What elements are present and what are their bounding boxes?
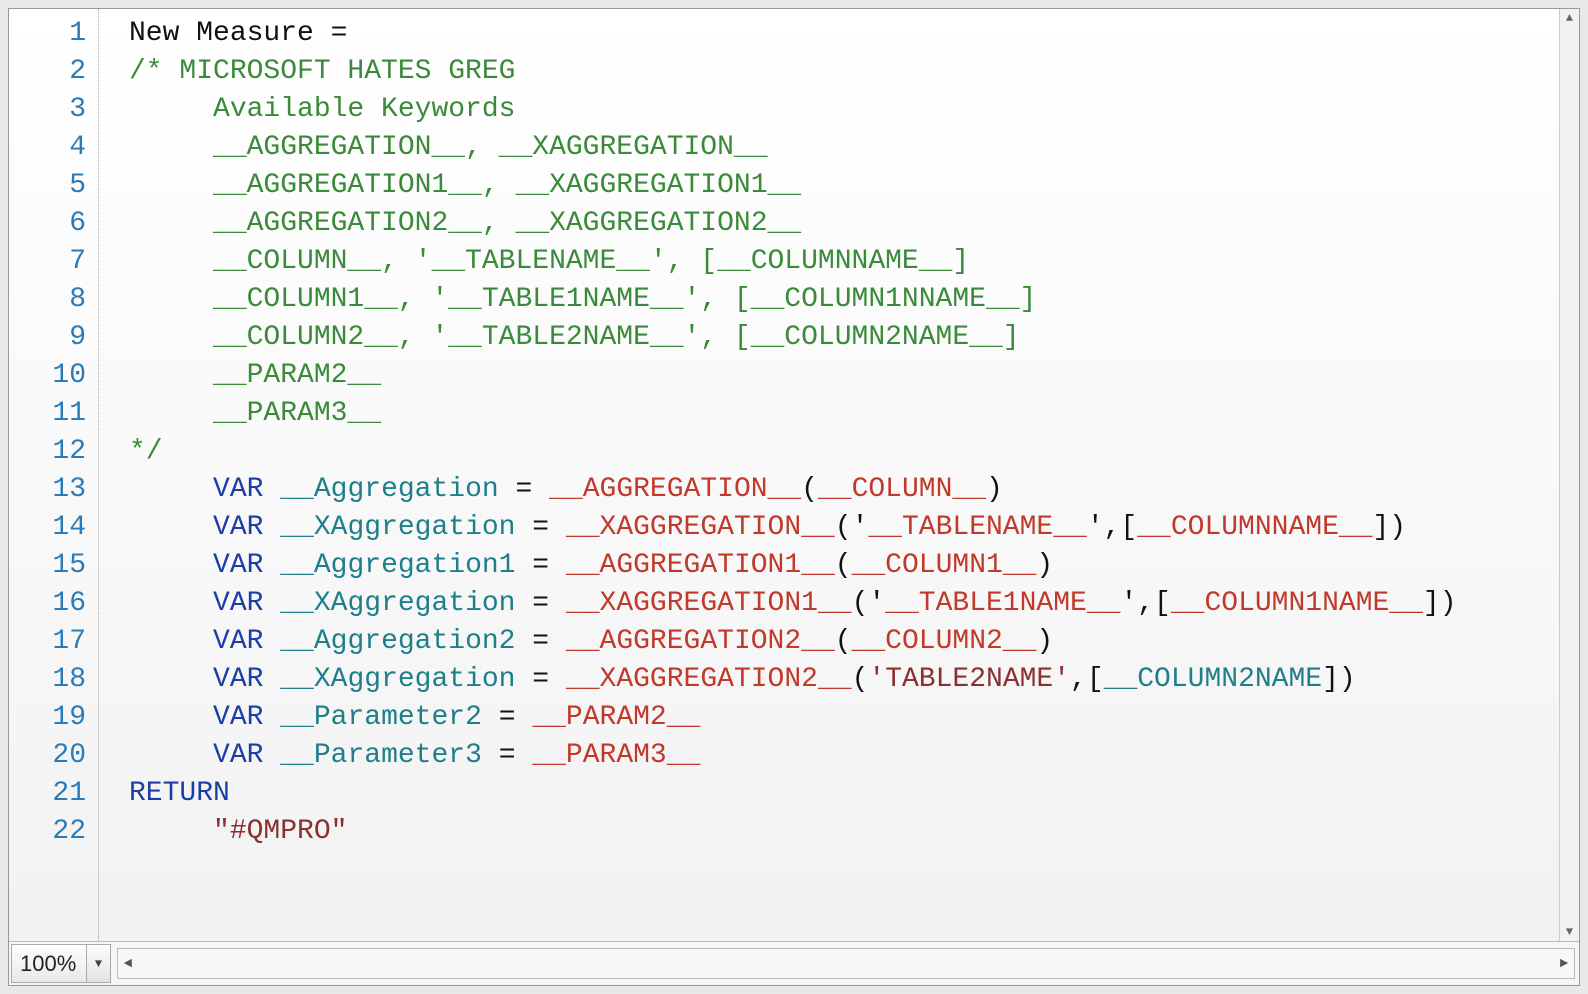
vertical-scrollbar[interactable]: ▲ ▼ xyxy=(1559,9,1579,941)
code-line[interactable]: VAR __Parameter2 = __PARAM2__ xyxy=(129,699,1559,737)
line-number: 16 xyxy=(9,585,98,623)
code-line[interactable]: VAR __Aggregation2 = __AGGREGATION2__(__… xyxy=(129,623,1559,661)
code-line[interactable]: New Measure = xyxy=(129,15,1559,53)
code-line[interactable]: VAR __Aggregation1 = __AGGREGATION1__(__… xyxy=(129,547,1559,585)
line-number: 14 xyxy=(9,509,98,547)
zoom-selector[interactable]: 100% ▼ xyxy=(11,944,111,983)
code-line[interactable]: */ xyxy=(129,433,1559,471)
line-number: 10 xyxy=(9,357,98,395)
formula-editor: 12345678910111213141516171819202122 New … xyxy=(8,8,1580,986)
code-line[interactable]: VAR __XAggregation = __XAGGREGATION2__('… xyxy=(129,661,1559,699)
line-number: 22 xyxy=(9,813,98,851)
bottom-bar: 100% ▼ ◄ ► xyxy=(9,941,1579,985)
line-number: 11 xyxy=(9,395,98,433)
line-number: 4 xyxy=(9,129,98,167)
editor-main: 12345678910111213141516171819202122 New … xyxy=(9,9,1579,941)
line-number: 8 xyxy=(9,281,98,319)
zoom-dropdown-icon[interactable]: ▼ xyxy=(86,945,110,982)
code-line[interactable]: VAR __Parameter3 = __PARAM3__ xyxy=(129,737,1559,775)
line-number: 9 xyxy=(9,319,98,357)
line-number: 20 xyxy=(9,737,98,775)
line-number: 21 xyxy=(9,775,98,813)
code-line[interactable]: /* MICROSOFT HATES GREG xyxy=(129,53,1559,91)
line-number: 12 xyxy=(9,433,98,471)
line-number: 15 xyxy=(9,547,98,585)
code-line[interactable]: __COLUMN__, '__TABLENAME__', [__COLUMNNA… xyxy=(129,243,1559,281)
code-line[interactable]: __AGGREGATION1__, __XAGGREGATION1__ xyxy=(129,167,1559,205)
code-line[interactable]: RETURN xyxy=(129,775,1559,813)
line-number: 6 xyxy=(9,205,98,243)
scroll-down-icon[interactable]: ▼ xyxy=(1561,923,1579,941)
horizontal-scrollbar[interactable]: ◄ ► xyxy=(117,948,1575,979)
code-line[interactable]: __AGGREGATION2__, __XAGGREGATION2__ xyxy=(129,205,1559,243)
line-number: 3 xyxy=(9,91,98,129)
code-line[interactable]: VAR __XAggregation = __XAGGREGATION__('_… xyxy=(129,509,1559,547)
line-number: 5 xyxy=(9,167,98,205)
scroll-up-icon[interactable]: ▲ xyxy=(1561,9,1579,27)
line-number: 17 xyxy=(9,623,98,661)
line-number-gutter: 12345678910111213141516171819202122 xyxy=(9,9,99,941)
line-number: 2 xyxy=(9,53,98,91)
code-line[interactable]: VAR __Aggregation = __AGGREGATION__(__CO… xyxy=(129,471,1559,509)
line-number: 1 xyxy=(9,15,98,53)
code-line[interactable]: __AGGREGATION__, __XAGGREGATION__ xyxy=(129,129,1559,167)
line-number: 19 xyxy=(9,699,98,737)
code-line[interactable]: __PARAM3__ xyxy=(129,395,1559,433)
code-line[interactable]: __COLUMN1__, '__TABLE1NAME__', [__COLUMN… xyxy=(129,281,1559,319)
scroll-left-icon[interactable]: ◄ xyxy=(118,949,138,978)
scroll-right-icon[interactable]: ► xyxy=(1554,949,1574,978)
code-line[interactable]: "#QMPRO" xyxy=(129,813,1559,851)
zoom-value: 100% xyxy=(12,951,86,977)
line-number: 7 xyxy=(9,243,98,281)
code-line[interactable]: __COLUMN2__, '__TABLE2NAME__', [__COLUMN… xyxy=(129,319,1559,357)
code-area[interactable]: New Measure =/* MICROSOFT HATES GREG Ava… xyxy=(99,9,1559,941)
line-number: 18 xyxy=(9,661,98,699)
code-line[interactable]: VAR __XAggregation = __XAGGREGATION1__('… xyxy=(129,585,1559,623)
line-number: 13 xyxy=(9,471,98,509)
code-line[interactable]: __PARAM2__ xyxy=(129,357,1559,395)
code-line[interactable]: Available Keywords xyxy=(129,91,1559,129)
